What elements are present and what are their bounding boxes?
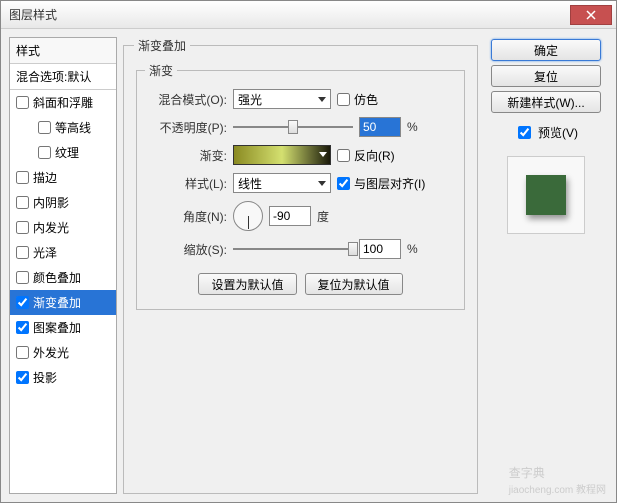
style-item-label: 斜面和浮雕: [33, 94, 93, 111]
style-item-checkbox[interactable]: [16, 296, 29, 309]
style-item-label: 纹理: [55, 144, 79, 161]
angle-input[interactable]: -90: [269, 206, 311, 226]
opacity-label: 不透明度(P):: [145, 119, 227, 136]
style-item-checkbox[interactable]: [16, 171, 29, 184]
style-item-label: 等高线: [55, 119, 91, 136]
style-item[interactable]: 纹理: [10, 140, 116, 165]
ok-button[interactable]: 确定: [491, 39, 601, 61]
blend-mode-select[interactable]: 强光: [233, 89, 331, 109]
style-label: 样式(L):: [145, 175, 227, 192]
style-item[interactable]: 等高线: [10, 115, 116, 140]
cancel-button[interactable]: 复位: [491, 65, 601, 87]
style-item-label: 内阴影: [33, 194, 69, 211]
style-item-label: 渐变叠加: [33, 294, 81, 311]
right-column: 确定 复位 新建样式(W)... 预览(V): [484, 37, 608, 494]
align-checkbox[interactable]: 与图层对齐(I): [337, 175, 425, 192]
angle-dial[interactable]: [233, 201, 263, 231]
blend-mode-label: 混合模式(O):: [145, 91, 227, 108]
angle-unit: 度: [317, 208, 329, 225]
scale-input[interactable]: 100: [359, 239, 401, 259]
scale-label: 缩放(S):: [145, 241, 227, 258]
close-icon: [586, 10, 596, 20]
style-item-checkbox[interactable]: [16, 271, 29, 284]
style-select[interactable]: 线性: [233, 173, 331, 193]
style-item-label: 投影: [33, 369, 57, 386]
reverse-checkbox[interactable]: 反向(R): [337, 147, 395, 164]
scale-slider[interactable]: [233, 240, 353, 258]
preview-sample: [526, 175, 566, 215]
style-item-checkbox[interactable]: [16, 346, 29, 359]
set-default-button[interactable]: 设置为默认值: [198, 273, 296, 295]
style-item[interactable]: 斜面和浮雕: [10, 90, 116, 115]
style-item[interactable]: 渐变叠加: [10, 290, 116, 315]
opacity-slider[interactable]: [233, 118, 353, 136]
style-item[interactable]: 内发光: [10, 215, 116, 240]
opacity-unit: %: [407, 120, 418, 134]
layer-style-dialog: 图层样式 样式 混合选项:默认 斜面和浮雕等高线纹理描边内阴影内发光光泽颜色叠加…: [0, 0, 617, 503]
style-item-checkbox[interactable]: [16, 221, 29, 234]
reset-default-button[interactable]: 复位为默认值: [305, 273, 403, 295]
style-item-checkbox[interactable]: [38, 121, 51, 134]
panel-title: 渐变叠加: [134, 37, 190, 54]
dialog-body: 样式 混合选项:默认 斜面和浮雕等高线纹理描边内阴影内发光光泽颜色叠加渐变叠加图…: [1, 29, 616, 502]
window-title: 图层样式: [5, 6, 570, 23]
gradient-group-title: 渐变: [145, 62, 177, 79]
style-item[interactable]: 描边: [10, 165, 116, 190]
preview-checkbox[interactable]: 预览(V): [514, 123, 578, 142]
style-item-checkbox[interactable]: [38, 146, 51, 159]
style-item-label: 内发光: [33, 219, 69, 236]
style-item-checkbox[interactable]: [16, 196, 29, 209]
style-list-header[interactable]: 样式: [10, 38, 116, 64]
style-item[interactable]: 内阴影: [10, 190, 116, 215]
style-item[interactable]: 图案叠加: [10, 315, 116, 340]
style-item-label: 描边: [33, 169, 57, 186]
titlebar: 图层样式: [1, 1, 616, 29]
style-item[interactable]: 投影: [10, 365, 116, 390]
new-style-button[interactable]: 新建样式(W)...: [491, 91, 601, 113]
style-item[interactable]: 外发光: [10, 340, 116, 365]
settings-panel: 渐变叠加 渐变 混合模式(O): 强光 仿色 不透明度(P):: [123, 37, 478, 494]
close-button[interactable]: [570, 5, 612, 25]
style-item[interactable]: 颜色叠加: [10, 265, 116, 290]
style-item-checkbox[interactable]: [16, 246, 29, 259]
blending-options-label: 混合选项:默认: [16, 68, 91, 85]
style-item-checkbox[interactable]: [16, 96, 29, 109]
style-list: 样式 混合选项:默认 斜面和浮雕等高线纹理描边内阴影内发光光泽颜色叠加渐变叠加图…: [9, 37, 117, 494]
opacity-input[interactable]: 50: [359, 117, 401, 137]
style-item-checkbox[interactable]: [16, 321, 29, 334]
gradient-picker[interactable]: [233, 145, 331, 165]
dither-checkbox[interactable]: 仿色: [337, 91, 378, 108]
style-item[interactable]: 光泽: [10, 240, 116, 265]
style-item-label: 外发光: [33, 344, 69, 361]
style-item-label: 颜色叠加: [33, 269, 81, 286]
scale-unit: %: [407, 242, 418, 256]
angle-label: 角度(N):: [145, 208, 227, 225]
style-item-label: 光泽: [33, 244, 57, 261]
style-item-checkbox[interactable]: [16, 371, 29, 384]
blending-options-item[interactable]: 混合选项:默认: [10, 64, 116, 90]
style-item-label: 图案叠加: [33, 319, 81, 336]
gradient-label: 渐变:: [145, 147, 227, 164]
preview-box: [507, 156, 585, 234]
